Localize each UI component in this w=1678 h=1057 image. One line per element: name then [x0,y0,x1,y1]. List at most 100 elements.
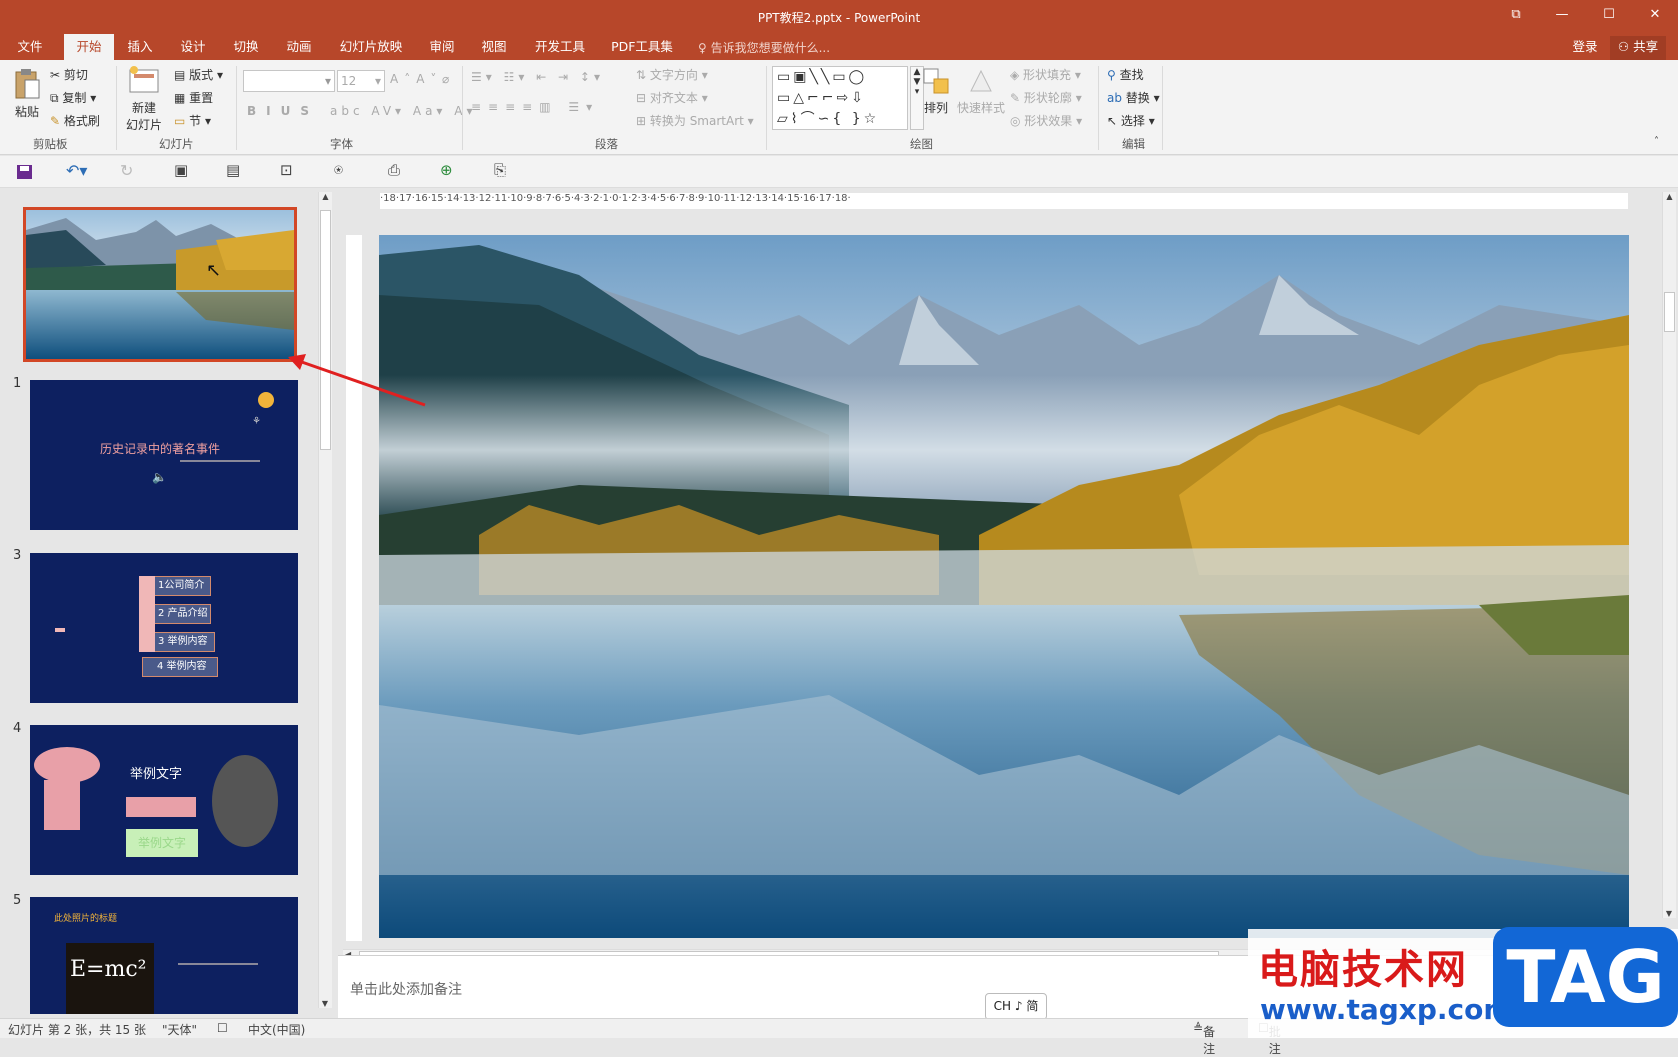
thumbnail-slide-1[interactable]: 历史记录中的著名事件 🔈 ⚘ [30,380,298,530]
smartart-button[interactable]: ⊞ 转换为 SmartArt ▾ [636,112,754,129]
language[interactable]: 中文(中国) [248,1021,305,1038]
thumbnail-subtitle-line [180,460,260,462]
vertical-ruler [346,235,362,941]
arrange-icon [923,68,949,94]
redo-icon[interactable]: ↻ [120,161,138,180]
format-painter-button[interactable]: ✎ 格式刷 [50,112,100,129]
tab-slideshow[interactable]: 幻灯片放映 [335,36,407,60]
login-link[interactable]: 登录 [1565,36,1605,60]
collapse-ribbon-icon[interactable]: ˄ [1654,136,1659,147]
layout-button[interactable]: ▤ 版式 ▾ [174,66,223,83]
tab-home[interactable]: 开始 [64,34,114,60]
tab-review[interactable]: 审阅 [422,36,462,60]
cursor-icon: ↖ [1107,114,1121,128]
maximize-button[interactable]: ☐ [1596,6,1622,24]
tab-file[interactable]: 文件 [10,36,50,60]
paste-button[interactable]: 粘贴 [12,68,42,120]
undo-icon[interactable]: ↶▾ [66,161,87,180]
copy-button[interactable]: ⧉ 复制 ▾ [50,89,96,106]
close-button[interactable]: ✕ [1642,6,1668,24]
notes-toggle[interactable]: ≜ 备注 [1193,1021,1215,1056]
share-label: 共享 [1633,39,1659,54]
share-button[interactable]: ⚇ 共享 [1610,36,1666,60]
align-buttons[interactable]: ≡≡≡≡▥ ☰▾ [471,100,599,114]
quick-styles-button[interactable]: 快速样式 [956,66,1006,116]
font-style-buttons[interactable]: BIUS [247,104,319,118]
editing-group-label: 编辑 [1122,137,1145,151]
thumbnail-scrollbar[interactable]: ▲ ▼ [318,192,332,1008]
scrollbar-thumb[interactable] [320,210,331,450]
export-icon[interactable]: ⊕ [440,161,458,179]
font-grow-shrink-buttons[interactable]: A˄A˅ [390,72,442,86]
tab-pdf-tools[interactable]: PDF工具集 [608,36,676,60]
shapes-gallery[interactable]: ▭▣╲╲▭◯ ▭△⌐⌐⇨⇩ ▱⌇⌒∽{ }☆ [772,66,908,130]
editor-vertical-scrollbar[interactable]: ▲ ▼ [1662,192,1676,918]
reset-button[interactable]: ▦ 重置 [174,89,213,106]
minimize-button[interactable]: — [1549,6,1575,24]
scissors-icon: ✂ [50,68,64,82]
search-icon: ⚲ [1107,68,1120,82]
textbox-icon[interactable]: ▤ [226,161,244,179]
thumbnail-slide-3[interactable]: 1公司简介 2 产品介绍 3 举例内容 4 举例内容 [30,553,298,703]
new-slide-qat-icon[interactable]: ▣ [174,161,192,179]
pink-block [139,576,155,652]
slideshow-icon[interactable]: ⊡ [280,161,298,179]
scroll-up-icon[interactable]: ▲ [319,192,332,201]
reset-label: 重置 [189,91,214,105]
tell-me-text: 告诉我您想要做什么... [710,41,831,55]
restore-icon[interactable]: ⧉ [1503,6,1529,24]
find-label: 查找 [1119,68,1144,82]
tab-view[interactable]: 视图 [474,36,514,60]
quick-styles-label: 快速样式 [956,101,1005,115]
cut-label: 剪切 [63,68,88,82]
select-button[interactable]: ↖ 选择 ▾ [1107,112,1155,129]
save-icon[interactable] [16,164,34,180]
font-size-select[interactable]: 12 ▾ [337,70,385,92]
font-extra-buttons[interactable]: abc AV▾ Aa▾ A▾ [330,104,477,118]
replace-icon: ab [1107,91,1126,105]
layout-icon: ▤ [174,68,190,82]
thumbnail-slide-landscape[interactable] [23,207,297,362]
list-item: 4 举例内容 [142,657,218,677]
scroll-down-icon[interactable]: ▼ [1663,909,1675,918]
thumbnail-slide-5[interactable]: 此处照片的标题 E=mc² [30,897,298,1014]
cut-button[interactable]: ✂ 剪切 [50,66,88,83]
scrollbar-thumb[interactable] [1664,292,1675,332]
shape-fill-label: 形状填充 [1023,68,1072,82]
new-slide-label2: 幻灯片 [125,118,162,132]
tab-animations[interactable]: 动画 [279,36,319,60]
scroll-up-icon[interactable]: ▲ [1663,192,1676,201]
tab-developer[interactable]: 开发工具 [530,36,590,60]
shape-effects-button[interactable]: ◎ 形状效果 ▾ [1010,112,1082,129]
tab-transitions[interactable]: 切换 [226,36,266,60]
replace-button[interactable]: ab 替换 ▾ [1107,89,1160,106]
thumbnail-slide-4[interactable]: 举例文字 举例文字 [30,725,298,875]
scroll-down-icon[interactable]: ▼ [319,999,331,1008]
section-button[interactable]: ▭ 节 ▾ [174,112,211,129]
arrange-button[interactable]: 排列 [918,66,954,116]
shape-outline-button[interactable]: ✎ 形状轮廓 ▾ [1010,89,1082,106]
list-buttons[interactable]: ☰▾ ☷▾ ⇤ ⇥ ↕▾ [471,70,604,84]
title-bar: PPT教程2.pptx - PowerPoint ⧉ — ☐ ✕ [0,0,1678,30]
text-direction-button[interactable]: ⇅ 文字方向 ▾ [636,66,708,83]
print-preview-icon[interactable]: ⎙ [388,161,406,179]
document-icon[interactable]: ⎘ [494,161,512,179]
shape-fill-button[interactable]: ◈ 形状填充 ▾ [1010,66,1081,83]
shape-effects-label: 形状效果 [1024,114,1073,128]
tab-design[interactable]: 设计 [173,36,213,60]
new-slide-button[interactable]: 新建 幻灯片 [122,64,166,133]
tab-insert[interactable]: 插入 [120,36,160,60]
landscape-photo [379,235,1629,938]
font-name-select[interactable]: ▾ [243,70,335,92]
find-button[interactable]: ⚲ 查找 [1107,66,1144,83]
notes-toggle-label: 备注 [1203,1025,1216,1056]
spellcheck-icon[interactable]: ☐ [217,1021,228,1035]
clear-format-icon[interactable]: ⌀ [442,72,449,86]
align-text-button[interactable]: ⊟ 对齐文本 ▾ [636,89,708,106]
ime-indicator[interactable]: CH ♪ 简 [985,993,1047,1020]
current-slide[interactable] [379,235,1629,938]
group-separator [1162,66,1163,150]
tell-me-box[interactable]: ♀ 告诉我您想要做什么... [698,39,830,56]
present-icon[interactable]: ⍟ [334,161,352,179]
group-separator [766,66,767,150]
